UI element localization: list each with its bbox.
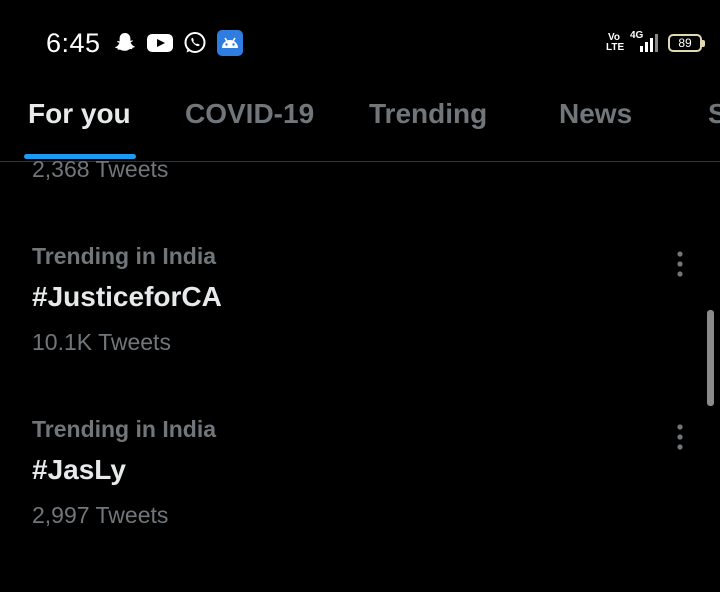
- more-options-button[interactable]: [668, 247, 692, 281]
- battery-level: 89: [678, 36, 692, 50]
- scrollbar-thumb[interactable]: [707, 310, 714, 406]
- tab-sports-partial[interactable]: S: [708, 98, 720, 130]
- android-icon: [217, 30, 243, 56]
- trend-item[interactable]: Trending in India #JusticeforCA 10.1K Tw…: [0, 243, 720, 373]
- more-vertical-icon: [677, 424, 683, 450]
- tab-news[interactable]: News: [559, 98, 632, 130]
- status-time: 6:45: [46, 28, 101, 58]
- partial-trend-count: 2,368 Tweets: [32, 156, 169, 182]
- network-signal: 4G: [630, 30, 660, 54]
- notification-icons: [112, 30, 243, 56]
- snapchat-icon: [112, 30, 138, 56]
- system-icons: Vo LTE 4G 89: [606, 30, 705, 54]
- more-options-button[interactable]: [668, 420, 692, 454]
- tab-bar: For you COVID-19 Trending News S: [0, 88, 720, 162]
- battery-icon: 89: [668, 34, 705, 52]
- more-vertical-icon: [677, 251, 683, 277]
- trend-tweet-count: 10.1K Tweets: [32, 329, 171, 355]
- tab-covid-19[interactable]: COVID-19: [185, 98, 314, 130]
- volte-indicator: Vo LTE: [606, 32, 625, 53]
- status-bar: 6:45 Vo LTE 4G 89: [0, 0, 720, 88]
- trend-name[interactable]: #JasLy: [32, 454, 126, 486]
- tab-for-you[interactable]: For you: [28, 98, 131, 130]
- tab-trending[interactable]: Trending: [369, 98, 487, 130]
- youtube-icon: [147, 30, 173, 56]
- trend-context: Trending in India: [32, 243, 216, 269]
- trend-name[interactable]: #JusticeforCA: [32, 281, 222, 313]
- trend-context: Trending in India: [32, 416, 216, 442]
- trend-tweet-count: 2,997 Tweets: [32, 502, 169, 528]
- signal-icon: [640, 34, 658, 52]
- trend-item[interactable]: Trending in India #JasLy 2,997 Tweets: [0, 416, 720, 546]
- whatsapp-icon: [182, 30, 208, 56]
